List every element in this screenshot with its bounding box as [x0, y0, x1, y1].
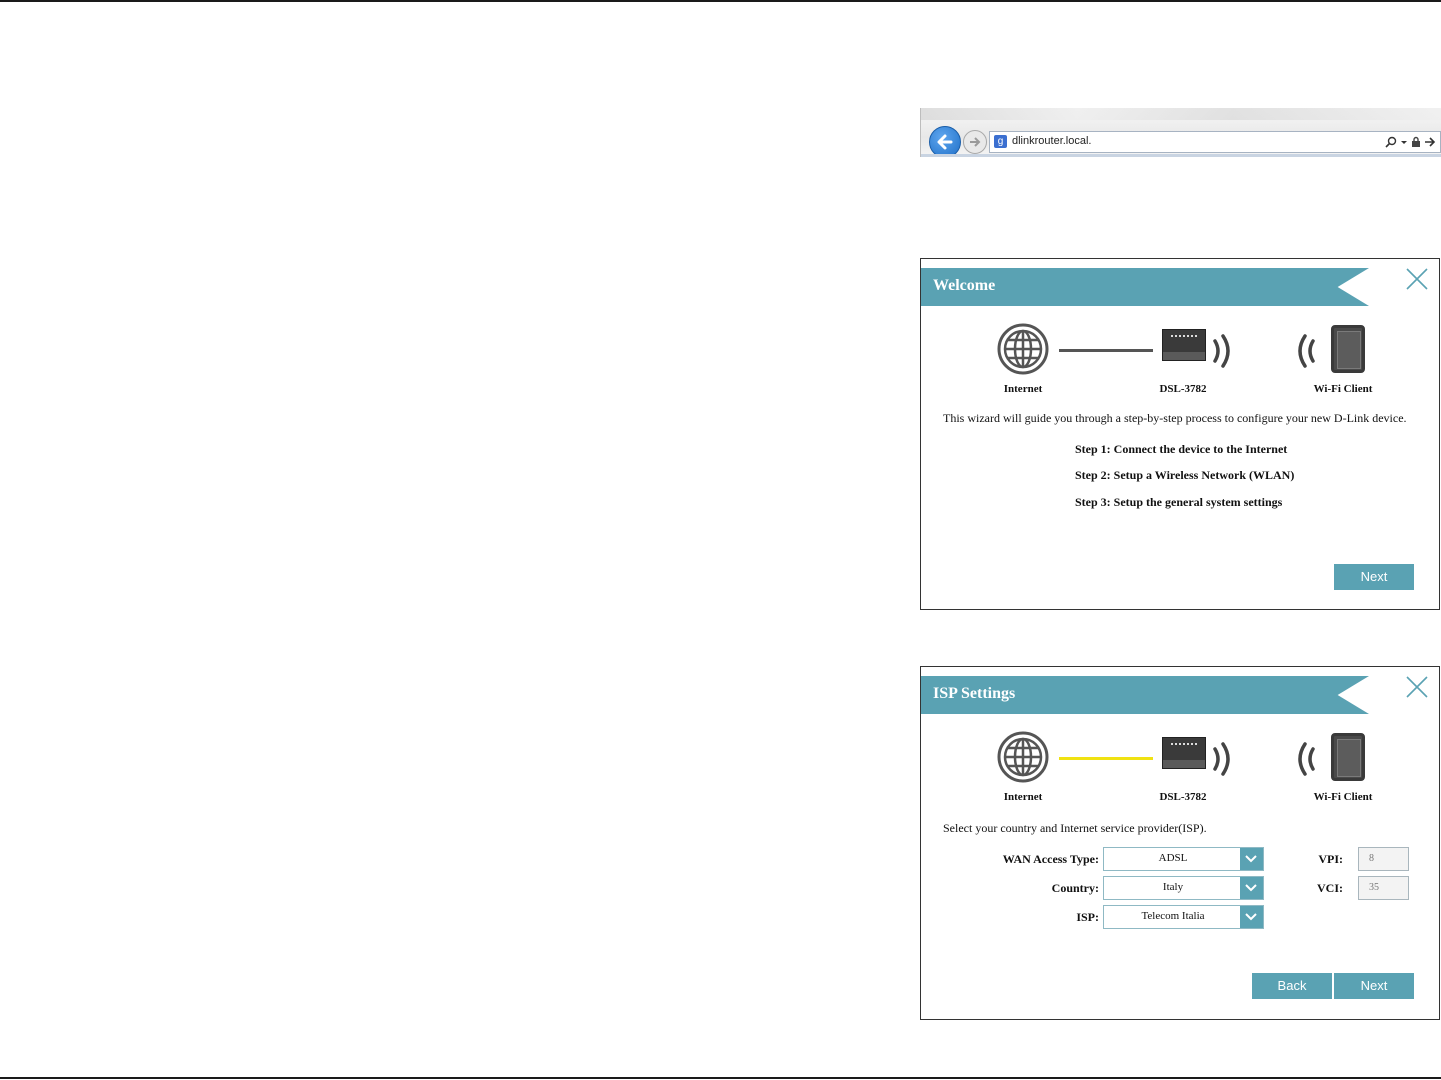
back-arrow-icon — [937, 134, 953, 150]
client-signal-icon — [1298, 742, 1315, 776]
isp-title: ISP Settings — [933, 685, 1016, 702]
isp-banner: ISP Settings — [921, 676, 1369, 714]
wifi-client-label: Wi-Fi Client — [1313, 791, 1373, 803]
connection-line — [1059, 349, 1153, 352]
isp-label: ISP: — [1076, 910, 1099, 924]
forward-button[interactable] — [963, 130, 987, 154]
network-diagram: Internet DSL-3782 Wi-Fi Client — [921, 321, 1441, 401]
welcome-title: Welcome — [933, 277, 996, 294]
router-icon — [1162, 737, 1206, 769]
isp-settings-panel: ISP Settings Internet DSL-3782 Wi-Fi Cli… — [920, 666, 1440, 1020]
internet-globe-icon — [997, 731, 1049, 783]
vci-label: VCI: — [1317, 881, 1343, 895]
router-label: DSL-3782 — [1159, 383, 1207, 395]
isp-intro-text: Select your country and Internet service… — [943, 821, 1207, 835]
browser-divider — [921, 154, 1441, 157]
dropdown-icon[interactable] — [1400, 136, 1408, 148]
bottom-rule — [0, 1077, 1441, 1079]
welcome-wizard-panel: Welcome Internet DSL-3782 Wi-Fi Client T… — [920, 258, 1440, 610]
isp-select[interactable]: Telecom Italia — [1103, 905, 1264, 929]
vci-input[interactable]: 35 — [1358, 876, 1409, 900]
chevron-down-icon[interactable] — [1240, 906, 1263, 928]
top-rule — [0, 0, 1441, 2]
url-text: dlinkrouter.local. — [1012, 135, 1092, 147]
internet-label: Internet — [1003, 791, 1043, 803]
close-icon[interactable] — [1405, 675, 1429, 699]
country-select[interactable]: Italy — [1103, 876, 1264, 900]
wan-access-type-select[interactable]: ADSL — [1103, 847, 1264, 871]
router-icon — [1162, 329, 1206, 361]
country-value: Italy — [1162, 881, 1184, 893]
lock-icon[interactable] — [1411, 136, 1421, 148]
wizard-intro-text: This wizard will guide you through a ste… — [943, 411, 1407, 425]
search-icon[interactable] — [1385, 136, 1397, 148]
wan-access-type-value: ADSL — [1158, 852, 1188, 864]
next-button[interactable]: Next — [1334, 564, 1414, 590]
chevron-down-icon[interactable] — [1240, 848, 1263, 870]
go-arrow-icon[interactable] — [1424, 136, 1436, 148]
vpi-label: VPI: — [1318, 852, 1343, 866]
wan-access-type-label: WAN Access Type: — [1002, 852, 1099, 866]
connection-line-active — [1059, 757, 1153, 760]
url-field[interactable]: g dlinkrouter.local. — [989, 131, 1441, 153]
forward-icon — [970, 137, 981, 147]
step-2-text: Step 2: Setup a Wireless Network (WLAN) — [1075, 468, 1295, 482]
isp-value: Telecom Italia — [1141, 910, 1205, 922]
wifi-client-icon — [1331, 733, 1365, 781]
next-button[interactable]: Next — [1334, 973, 1414, 999]
back-button[interactable]: Back — [1252, 973, 1332, 999]
client-signal-icon — [1298, 334, 1315, 368]
browser-address-bar: g dlinkrouter.local. — [920, 108, 1441, 157]
wifi-signal-icon — [1213, 334, 1230, 368]
welcome-banner: Welcome — [921, 268, 1369, 306]
internet-label: Internet — [1003, 383, 1043, 395]
browser-tab-strip — [921, 108, 1441, 120]
network-diagram: Internet DSL-3782 Wi-Fi Client — [921, 729, 1441, 809]
router-label: DSL-3782 — [1159, 791, 1207, 803]
chevron-down-icon[interactable] — [1240, 877, 1263, 899]
vpi-input[interactable]: 8 — [1358, 847, 1409, 871]
step-3-text: Step 3: Setup the general system setting… — [1075, 495, 1283, 509]
wifi-client-icon — [1331, 325, 1365, 373]
step-1-text: Step 1: Connect the device to the Intern… — [1075, 442, 1288, 456]
favicon-icon: g — [994, 135, 1007, 148]
internet-globe-icon — [997, 323, 1049, 375]
wifi-signal-icon — [1213, 742, 1230, 776]
close-icon[interactable] — [1405, 267, 1429, 291]
back-button[interactable] — [929, 126, 961, 157]
country-label: Country: — [1051, 881, 1099, 895]
wifi-client-label: Wi-Fi Client — [1313, 383, 1373, 395]
